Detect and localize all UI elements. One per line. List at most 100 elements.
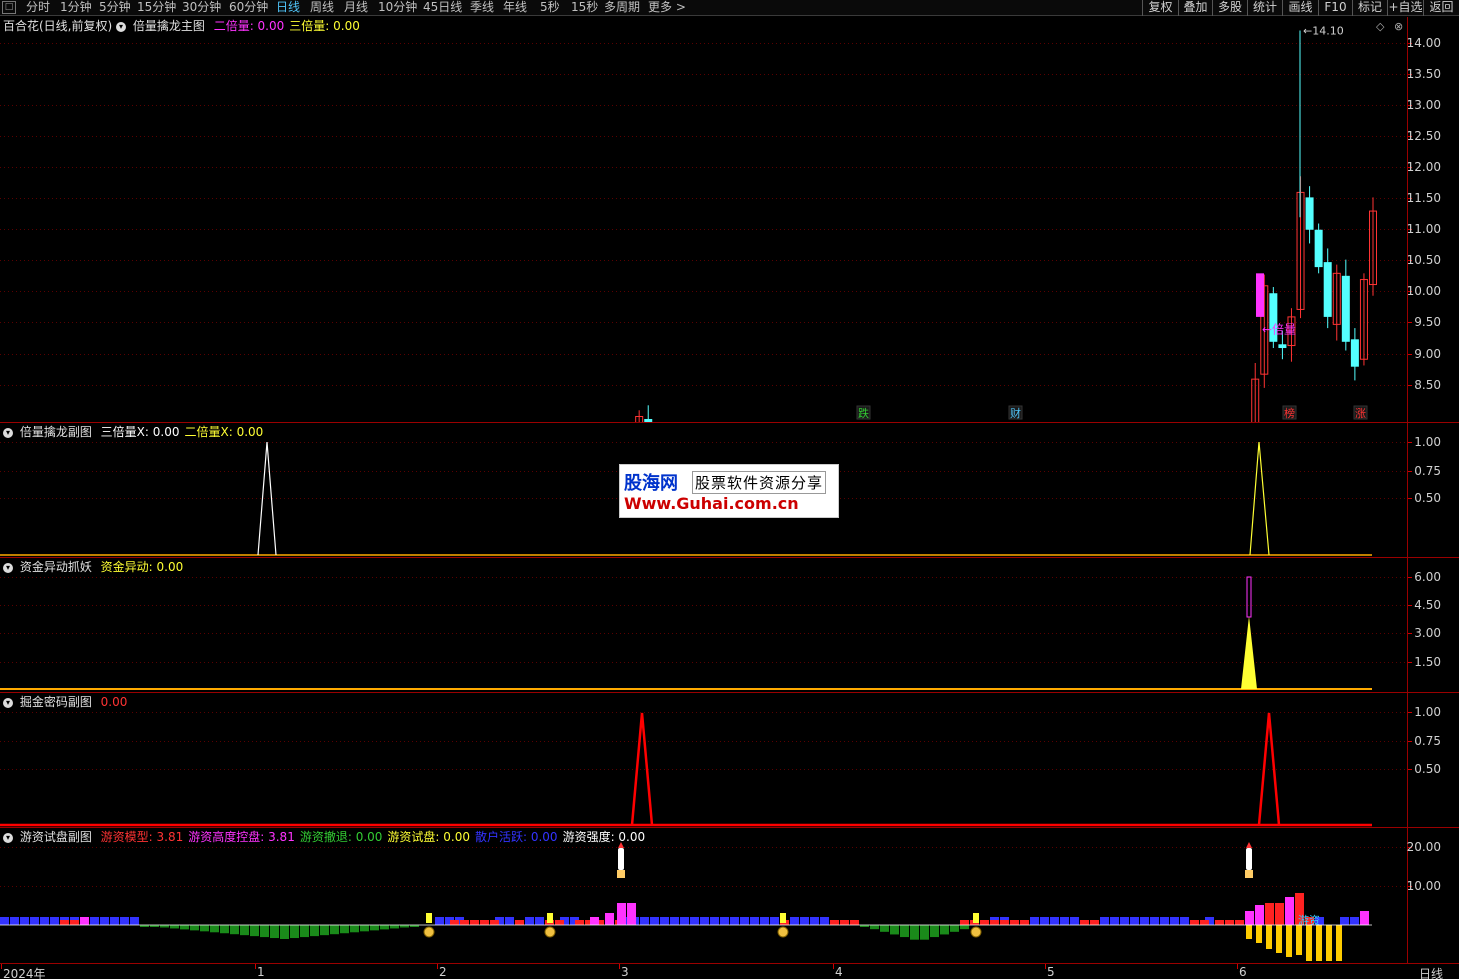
period-tab-2[interactable]: 5分钟 — [99, 0, 131, 16]
retail-bar — [640, 917, 649, 925]
panel2-axis: 1.00 0.75 0.50 — [1407, 422, 1459, 557]
candle-body-down — [1323, 262, 1332, 317]
retail-bar — [710, 917, 719, 925]
model-bar — [1000, 920, 1009, 925]
retail-bar — [100, 917, 109, 925]
model-bar — [960, 920, 969, 925]
retail-bar — [750, 917, 759, 925]
retail-bar — [0, 917, 9, 925]
tool-button-7[interactable]: +自选 — [1387, 0, 1423, 16]
control-bar — [627, 903, 636, 925]
axis-label: 0.50 — [1414, 491, 1441, 505]
trial-bar — [1326, 925, 1332, 961]
axis-label: 10.00 — [1406, 879, 1441, 893]
trial-marker — [426, 913, 432, 923]
x-axis-label: 3 — [621, 965, 629, 979]
trial-marker — [780, 913, 786, 923]
period-tab-14[interactable]: 15秒 — [571, 0, 598, 16]
period-tab-3[interactable]: 15分钟 — [137, 0, 176, 16]
withdraw-bar — [940, 925, 949, 935]
model-bar — [1090, 920, 1099, 925]
x-tick — [619, 964, 620, 969]
period-tab-13[interactable]: 5秒 — [540, 0, 560, 16]
trial-bar — [1266, 925, 1272, 949]
model-bar — [555, 920, 564, 925]
axis-label: 9.50 — [1414, 315, 1441, 329]
axis-tick — [1408, 498, 1412, 499]
menu-toggle-icon[interactable]: □ — [2, 1, 16, 14]
axis-label: 0.75 — [1414, 464, 1441, 478]
withdraw-bar — [300, 925, 309, 938]
period-tab-7[interactable]: 周线 — [310, 0, 334, 16]
trial-bar — [1316, 925, 1322, 961]
retail-bar — [790, 917, 799, 925]
retail-bar — [10, 917, 19, 925]
x-tick — [437, 964, 438, 969]
period-tab-1[interactable]: 1分钟 — [60, 0, 92, 16]
withdraw-bar — [220, 925, 229, 934]
candle-body-down — [1278, 344, 1287, 349]
withdraw-bar — [240, 925, 249, 936]
period-tab-5[interactable]: 60分钟 — [229, 0, 268, 16]
axis-label: 1.00 — [1414, 705, 1441, 719]
period-tab-9[interactable]: 10分钟 — [378, 0, 417, 16]
tool-button-2[interactable]: 多股 — [1212, 0, 1247, 16]
candle-body-down — [1341, 275, 1350, 342]
axis-tick — [1408, 605, 1412, 606]
watermark-slogan: 股票软件资源分享 — [692, 471, 827, 494]
panel5-axis: 20.00 10.00 — [1407, 827, 1459, 963]
x-axis-label: 6 — [1239, 965, 1247, 979]
period-tab-4[interactable]: 30分钟 — [182, 0, 221, 16]
tool-button-0[interactable]: 复权 — [1142, 0, 1178, 16]
withdraw-bar — [200, 925, 209, 932]
period-tab-15[interactable]: 多周期 — [604, 0, 640, 16]
rocket-tip — [1246, 842, 1252, 848]
withdraw-bar — [250, 925, 259, 937]
withdraw-bar — [870, 925, 879, 930]
model-bar — [1215, 920, 1224, 925]
model-bar — [1020, 920, 1029, 925]
rally-bar — [1275, 903, 1284, 925]
axis-label: 11.50 — [1406, 191, 1441, 205]
withdraw-bar — [170, 925, 179, 929]
retail-bar — [50, 917, 59, 925]
tool-button-1[interactable]: 叠加 — [1178, 0, 1212, 16]
withdraw-bar — [880, 925, 889, 932]
retail-bar — [1120, 917, 1129, 925]
trial-bar — [1306, 925, 1312, 961]
rally-bar — [1285, 897, 1294, 925]
period-tab-12[interactable]: 年线 — [503, 0, 527, 16]
rocket-icon — [1246, 848, 1252, 870]
period-tab-10[interactable]: 45日线 — [423, 0, 462, 16]
axis-tick — [1408, 712, 1412, 713]
retail-bar — [1070, 917, 1079, 925]
withdraw-bar — [210, 925, 219, 933]
model-bar — [460, 920, 469, 925]
period-tab-11[interactable]: 季线 — [470, 0, 494, 16]
period-tab-0[interactable]: 分时 — [26, 0, 50, 16]
tool-button-3[interactable]: 统计 — [1247, 0, 1282, 16]
retail-bar — [1180, 917, 1189, 925]
retail-bar — [760, 917, 769, 925]
retail-bar — [810, 917, 819, 925]
period-tab-8[interactable]: 月线 — [344, 0, 368, 16]
retail-bar — [770, 917, 779, 925]
withdraw-bar — [330, 925, 339, 935]
withdraw-bar — [370, 925, 379, 931]
model-bar — [840, 920, 849, 925]
withdraw-bar — [950, 925, 959, 932]
axis-tick — [1408, 471, 1412, 472]
tool-button-6[interactable]: 标记 — [1352, 0, 1387, 16]
tool-button-4[interactable]: 画线 — [1282, 0, 1318, 16]
rocket-icon — [618, 848, 624, 870]
withdraw-bar — [290, 925, 299, 939]
period-tab-6[interactable]: 日线 — [276, 0, 300, 16]
tool-button-5[interactable]: F10 — [1318, 0, 1352, 16]
tool-button-8[interactable]: 返回 — [1423, 0, 1459, 16]
model-bar — [1225, 920, 1234, 925]
period-tab-16[interactable]: 更多 > — [648, 0, 686, 16]
trial-bar — [1276, 925, 1282, 953]
axis-label: 13.00 — [1406, 98, 1441, 112]
axis-tick — [1408, 442, 1412, 443]
candle-body-down — [1305, 197, 1314, 230]
